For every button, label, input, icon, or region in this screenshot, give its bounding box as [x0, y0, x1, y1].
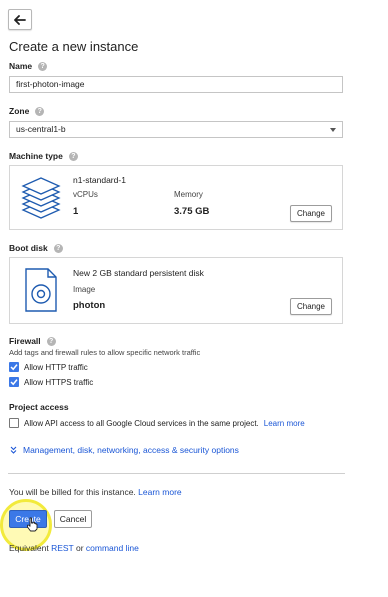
machine-type-name: n1-standard-1 [73, 175, 126, 185]
zone-label: Zone [9, 106, 30, 116]
boot-disk-image-value: photon [73, 300, 106, 311]
help-icon[interactable]: ? [46, 336, 56, 346]
cancel-button[interactable]: Cancel [54, 510, 92, 528]
allow-https-checkbox[interactable] [9, 377, 19, 387]
boot-disk-label: Boot disk [9, 243, 48, 253]
equivalent-prefix: Equivalent [9, 543, 49, 553]
help-icon[interactable]: ? [38, 61, 48, 71]
help-icon[interactable]: ? [53, 243, 63, 253]
change-boot-disk-button[interactable]: Change [290, 298, 332, 315]
memory-value: 3.75 GB [174, 206, 210, 217]
hand-cursor-icon [27, 517, 38, 532]
project-access-label: Project access [9, 402, 69, 412]
allow-http-label: Allow HTTP traffic [24, 362, 88, 372]
allow-http-option[interactable]: Allow HTTP traffic [9, 362, 88, 372]
help-icon[interactable]: ? [68, 151, 78, 161]
machine-type-card: n1-standard-1 vCPUs 1 Memory 3.75 GB Cha… [9, 165, 343, 230]
management-options-label: Management, disk, networking, access & s… [23, 445, 239, 455]
command-line-link[interactable]: command line [86, 543, 139, 553]
rest-link[interactable]: REST [51, 543, 74, 553]
allow-http-checkbox[interactable] [9, 362, 19, 372]
zone-select[interactable]: us-central1-b [9, 121, 343, 138]
firewall-label-row: Firewall ? [9, 336, 56, 346]
disk-image-icon [25, 268, 57, 312]
equivalent-row: Equivalent REST or command line [9, 543, 139, 553]
billing-learn-more-link[interactable]: Learn more [138, 487, 181, 497]
name-input[interactable]: first-photon-image [9, 76, 343, 93]
back-button[interactable] [8, 9, 32, 30]
boot-disk-image-label: Image [73, 285, 96, 294]
allow-https-option[interactable]: Allow HTTPS traffic [9, 377, 93, 387]
machine-type-label-row: Machine type ? [9, 151, 78, 161]
divider [8, 473, 345, 474]
project-access-label-row: Project access [9, 402, 69, 412]
firewall-label: Firewall [9, 336, 41, 346]
help-icon[interactable]: ? [35, 106, 45, 116]
billing-text: You will be billed for this instance. [9, 487, 136, 497]
api-access-label: Allow API access to all Google Cloud ser… [24, 418, 259, 428]
billing-notice: You will be billed for this instance. Le… [9, 487, 182, 497]
vcpus-value: 1 [73, 206, 79, 217]
zone-label-row: Zone ? [9, 106, 45, 116]
name-label: Name [9, 61, 33, 71]
vcpus-label: vCPUs [73, 190, 98, 199]
create-instance-page: Create a new instance Name ? first-photo… [0, 0, 388, 597]
equivalent-or: or [75, 543, 84, 553]
api-access-checkbox[interactable] [9, 418, 19, 428]
layers-stack-icon [21, 177, 61, 219]
arrow-back-icon [14, 14, 26, 25]
checkmark-icon [10, 364, 18, 371]
machine-type-label: Machine type [9, 151, 63, 161]
management-options-expander[interactable]: Management, disk, networking, access & s… [10, 445, 239, 455]
allow-https-label: Allow HTTPS traffic [24, 377, 94, 387]
zone-value: us-central1-b [16, 124, 66, 134]
name-label-row: Name ? [9, 61, 48, 71]
boot-disk-description: New 2 GB standard persistent disk [73, 268, 204, 278]
project-access-learn-more-link[interactable]: Learn more [264, 419, 305, 428]
boot-disk-label-row: Boot disk ? [9, 243, 63, 253]
change-machine-type-button[interactable]: Change [290, 205, 332, 222]
firewall-hint: Add tags and firewall rules to allow spe… [9, 348, 201, 357]
api-access-option[interactable]: Allow API access to all Google Cloud ser… [9, 418, 305, 428]
page-title: Create a new instance [9, 39, 139, 54]
checkmark-icon [10, 379, 18, 386]
dropdown-arrow-icon [330, 128, 336, 132]
boot-disk-card: New 2 GB standard persistent disk Image … [9, 257, 343, 324]
memory-label: Memory [174, 190, 203, 199]
chevron-down-icon [10, 446, 17, 454]
